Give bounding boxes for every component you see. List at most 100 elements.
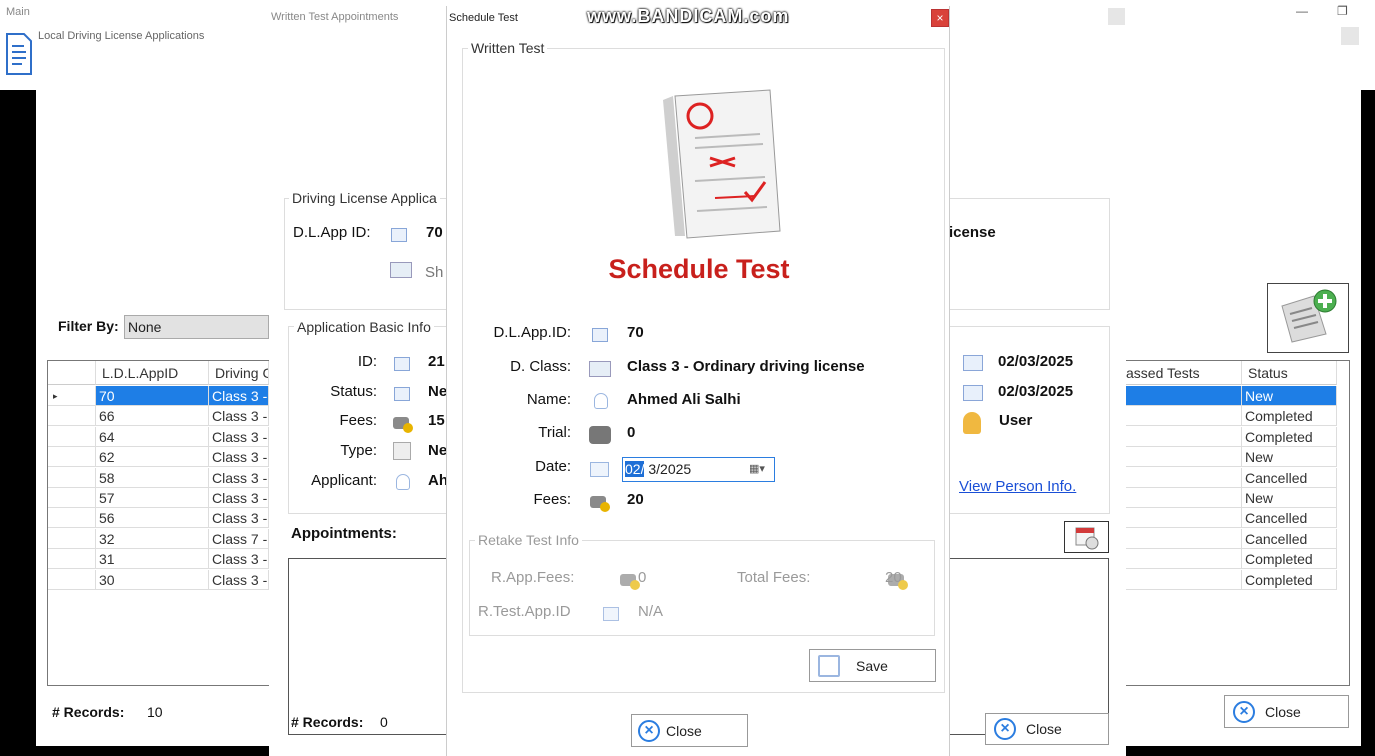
appt-dl-app-id-value: 70 bbox=[426, 224, 443, 241]
grid-cell-id[interactable]: 64 bbox=[96, 426, 209, 447]
rapp-fees-label: R.App.Fees: bbox=[491, 569, 575, 586]
fees-money-icon bbox=[590, 496, 610, 512]
grid-header-passed-tests[interactable]: assed Tests bbox=[1126, 361, 1242, 385]
grid-cell-status[interactable]: Completed bbox=[1242, 406, 1337, 427]
basic-applicant-label: Applicant: bbox=[311, 472, 377, 489]
grid-cell-class[interactable]: Class 3 - bbox=[209, 549, 269, 570]
grid-row-header[interactable] bbox=[48, 528, 96, 549]
dl-app-id-value: 70 bbox=[627, 324, 644, 341]
maximize-button[interactable]: ❐ bbox=[1337, 4, 1348, 18]
basic-fees-value: 15 bbox=[428, 412, 445, 429]
scroll-button[interactable] bbox=[1341, 27, 1359, 45]
grid-cell-passed-tests[interactable] bbox=[1126, 447, 1242, 468]
license-class-partial: icense bbox=[949, 224, 996, 241]
id-icon bbox=[394, 357, 410, 371]
trial-icon bbox=[589, 426, 611, 444]
applications-document-icon[interactable] bbox=[4, 32, 34, 76]
grid-cell-id[interactable]: 30 bbox=[96, 569, 209, 590]
appt-dl-app-id-label: D.L.App ID: bbox=[293, 224, 371, 241]
grid-cell-id[interactable]: 66 bbox=[96, 406, 209, 427]
menu-local-driving-license-applications[interactable]: Local Driving License Applications bbox=[38, 30, 204, 42]
person-icon bbox=[594, 393, 608, 409]
grid-row-header[interactable] bbox=[48, 569, 96, 590]
grid-cell-status[interactable]: Completed bbox=[1242, 426, 1337, 447]
grid-cell-id[interactable]: 31 bbox=[96, 549, 209, 570]
appointments-close-button[interactable]: × Close bbox=[985, 713, 1109, 745]
grid-row-header[interactable] bbox=[48, 488, 96, 508]
app-date: 02/03/2025 bbox=[998, 353, 1074, 370]
date-dropdown-icon[interactable]: ▦▾ bbox=[749, 458, 765, 481]
minimize-button[interactable]: — bbox=[1296, 4, 1308, 18]
grid-cell-class[interactable]: Class 3 - bbox=[209, 426, 269, 447]
show-license-link[interactable]: Sh bbox=[425, 264, 443, 281]
grid-cell-status[interactable]: Completed bbox=[1242, 549, 1337, 570]
appointments-window-control[interactable] bbox=[1108, 8, 1125, 25]
ldla-close-label: Close bbox=[1265, 703, 1301, 720]
save-disk-icon bbox=[818, 654, 840, 677]
grid-row-header[interactable] bbox=[48, 406, 96, 427]
grid-cell-class[interactable]: Class 3 - bbox=[209, 467, 269, 488]
add-appointment-button[interactable] bbox=[1064, 521, 1109, 553]
bandicam-watermark: www.BANDICAM.com bbox=[587, 6, 790, 26]
grid-cell-id[interactable]: 32 bbox=[96, 528, 209, 549]
grid-header-ldlappid[interactable]: L.D.L.AppID bbox=[96, 361, 209, 385]
grid-cell-status[interactable]: Completed bbox=[1242, 569, 1337, 590]
grid-cell-passed-tests[interactable] bbox=[1126, 426, 1242, 447]
name-label: Name: bbox=[526, 391, 571, 408]
id-card-icon bbox=[391, 228, 407, 242]
grid-row-header[interactable] bbox=[48, 508, 96, 529]
dialog-close-button[interactable]: × Close bbox=[631, 714, 748, 747]
grid-cell-status[interactable]: New bbox=[1242, 447, 1337, 468]
grid-row-header[interactable] bbox=[48, 426, 96, 447]
grid-cell-passed-tests[interactable] bbox=[1126, 569, 1242, 590]
grid-cell-status[interactable]: New bbox=[1242, 386, 1337, 406]
grid-cell-status[interactable]: Cancelled bbox=[1242, 528, 1337, 549]
grid-row-header[interactable] bbox=[48, 549, 96, 570]
basic-fees-label: Fees: bbox=[339, 412, 377, 429]
trial-label: Trial: bbox=[538, 424, 571, 441]
grid-cell-id[interactable]: 70 bbox=[96, 386, 209, 406]
add-application-button[interactable] bbox=[1267, 283, 1349, 353]
license-card-icon bbox=[589, 361, 611, 377]
grid-cell-passed-tests[interactable] bbox=[1126, 488, 1242, 508]
grid-cell-passed-tests[interactable] bbox=[1126, 508, 1242, 529]
total-fees-value: 20 bbox=[885, 569, 902, 586]
grid-header-driving-class[interactable]: Driving C bbox=[209, 361, 269, 385]
grid-row-header[interactable] bbox=[48, 467, 96, 488]
filter-combobox[interactable]: None bbox=[124, 315, 269, 339]
date-month-selected: 02/ bbox=[625, 461, 645, 477]
basic-type-value: Ne bbox=[428, 442, 448, 459]
grid-cell-passed-tests[interactable] bbox=[1126, 528, 1242, 549]
grid-cell-class[interactable]: Class 3 - bbox=[209, 386, 269, 406]
grid-cell-passed-tests[interactable] bbox=[1126, 467, 1242, 488]
grid-cell-id[interactable]: 57 bbox=[96, 488, 209, 508]
grid-cell-status[interactable]: Cancelled bbox=[1242, 467, 1337, 488]
ldla-close-button[interactable]: × Close bbox=[1224, 695, 1349, 728]
grid-cell-status[interactable]: New bbox=[1242, 488, 1337, 508]
close-circle-icon: × bbox=[1233, 700, 1255, 723]
view-person-info-link[interactable]: View Person Info. bbox=[959, 478, 1076, 495]
grid-cell-class[interactable]: Class 3 - bbox=[209, 569, 269, 590]
grid-row-header[interactable] bbox=[48, 447, 96, 468]
dl-app-id-label: D.L.App.ID: bbox=[493, 324, 571, 341]
dialog-close-x-button[interactable]: × bbox=[931, 9, 949, 27]
grid-cell-class[interactable]: Class 3 - bbox=[209, 508, 269, 529]
grid-row-header[interactable]: ▸ bbox=[48, 386, 96, 406]
grid-cell-id[interactable]: 62 bbox=[96, 447, 209, 468]
status-icon bbox=[394, 387, 410, 401]
grid-header-status[interactable]: Status bbox=[1242, 361, 1337, 385]
grid-cell-class[interactable]: Class 3 - bbox=[209, 447, 269, 468]
grid-cell-passed-tests[interactable] bbox=[1126, 386, 1242, 406]
test-date-picker[interactable]: 02/ 3/2025 ▦▾ bbox=[622, 457, 775, 482]
grid-cell-class[interactable]: Class 3 - bbox=[209, 406, 269, 427]
grid-cell-status[interactable]: Cancelled bbox=[1242, 508, 1337, 529]
save-button[interactable]: Save bbox=[809, 649, 936, 682]
appointments-close-label: Close bbox=[1026, 721, 1062, 737]
grid-cell-id[interactable]: 58 bbox=[96, 467, 209, 488]
grid-cell-passed-tests[interactable] bbox=[1126, 406, 1242, 427]
grid-cell-passed-tests[interactable] bbox=[1126, 549, 1242, 570]
grid-cell-class[interactable]: Class 3 - bbox=[209, 488, 269, 508]
calendar-add-icon bbox=[1075, 527, 1099, 550]
grid-cell-id[interactable]: 56 bbox=[96, 508, 209, 529]
grid-cell-class[interactable]: Class 7 - bbox=[209, 528, 269, 549]
